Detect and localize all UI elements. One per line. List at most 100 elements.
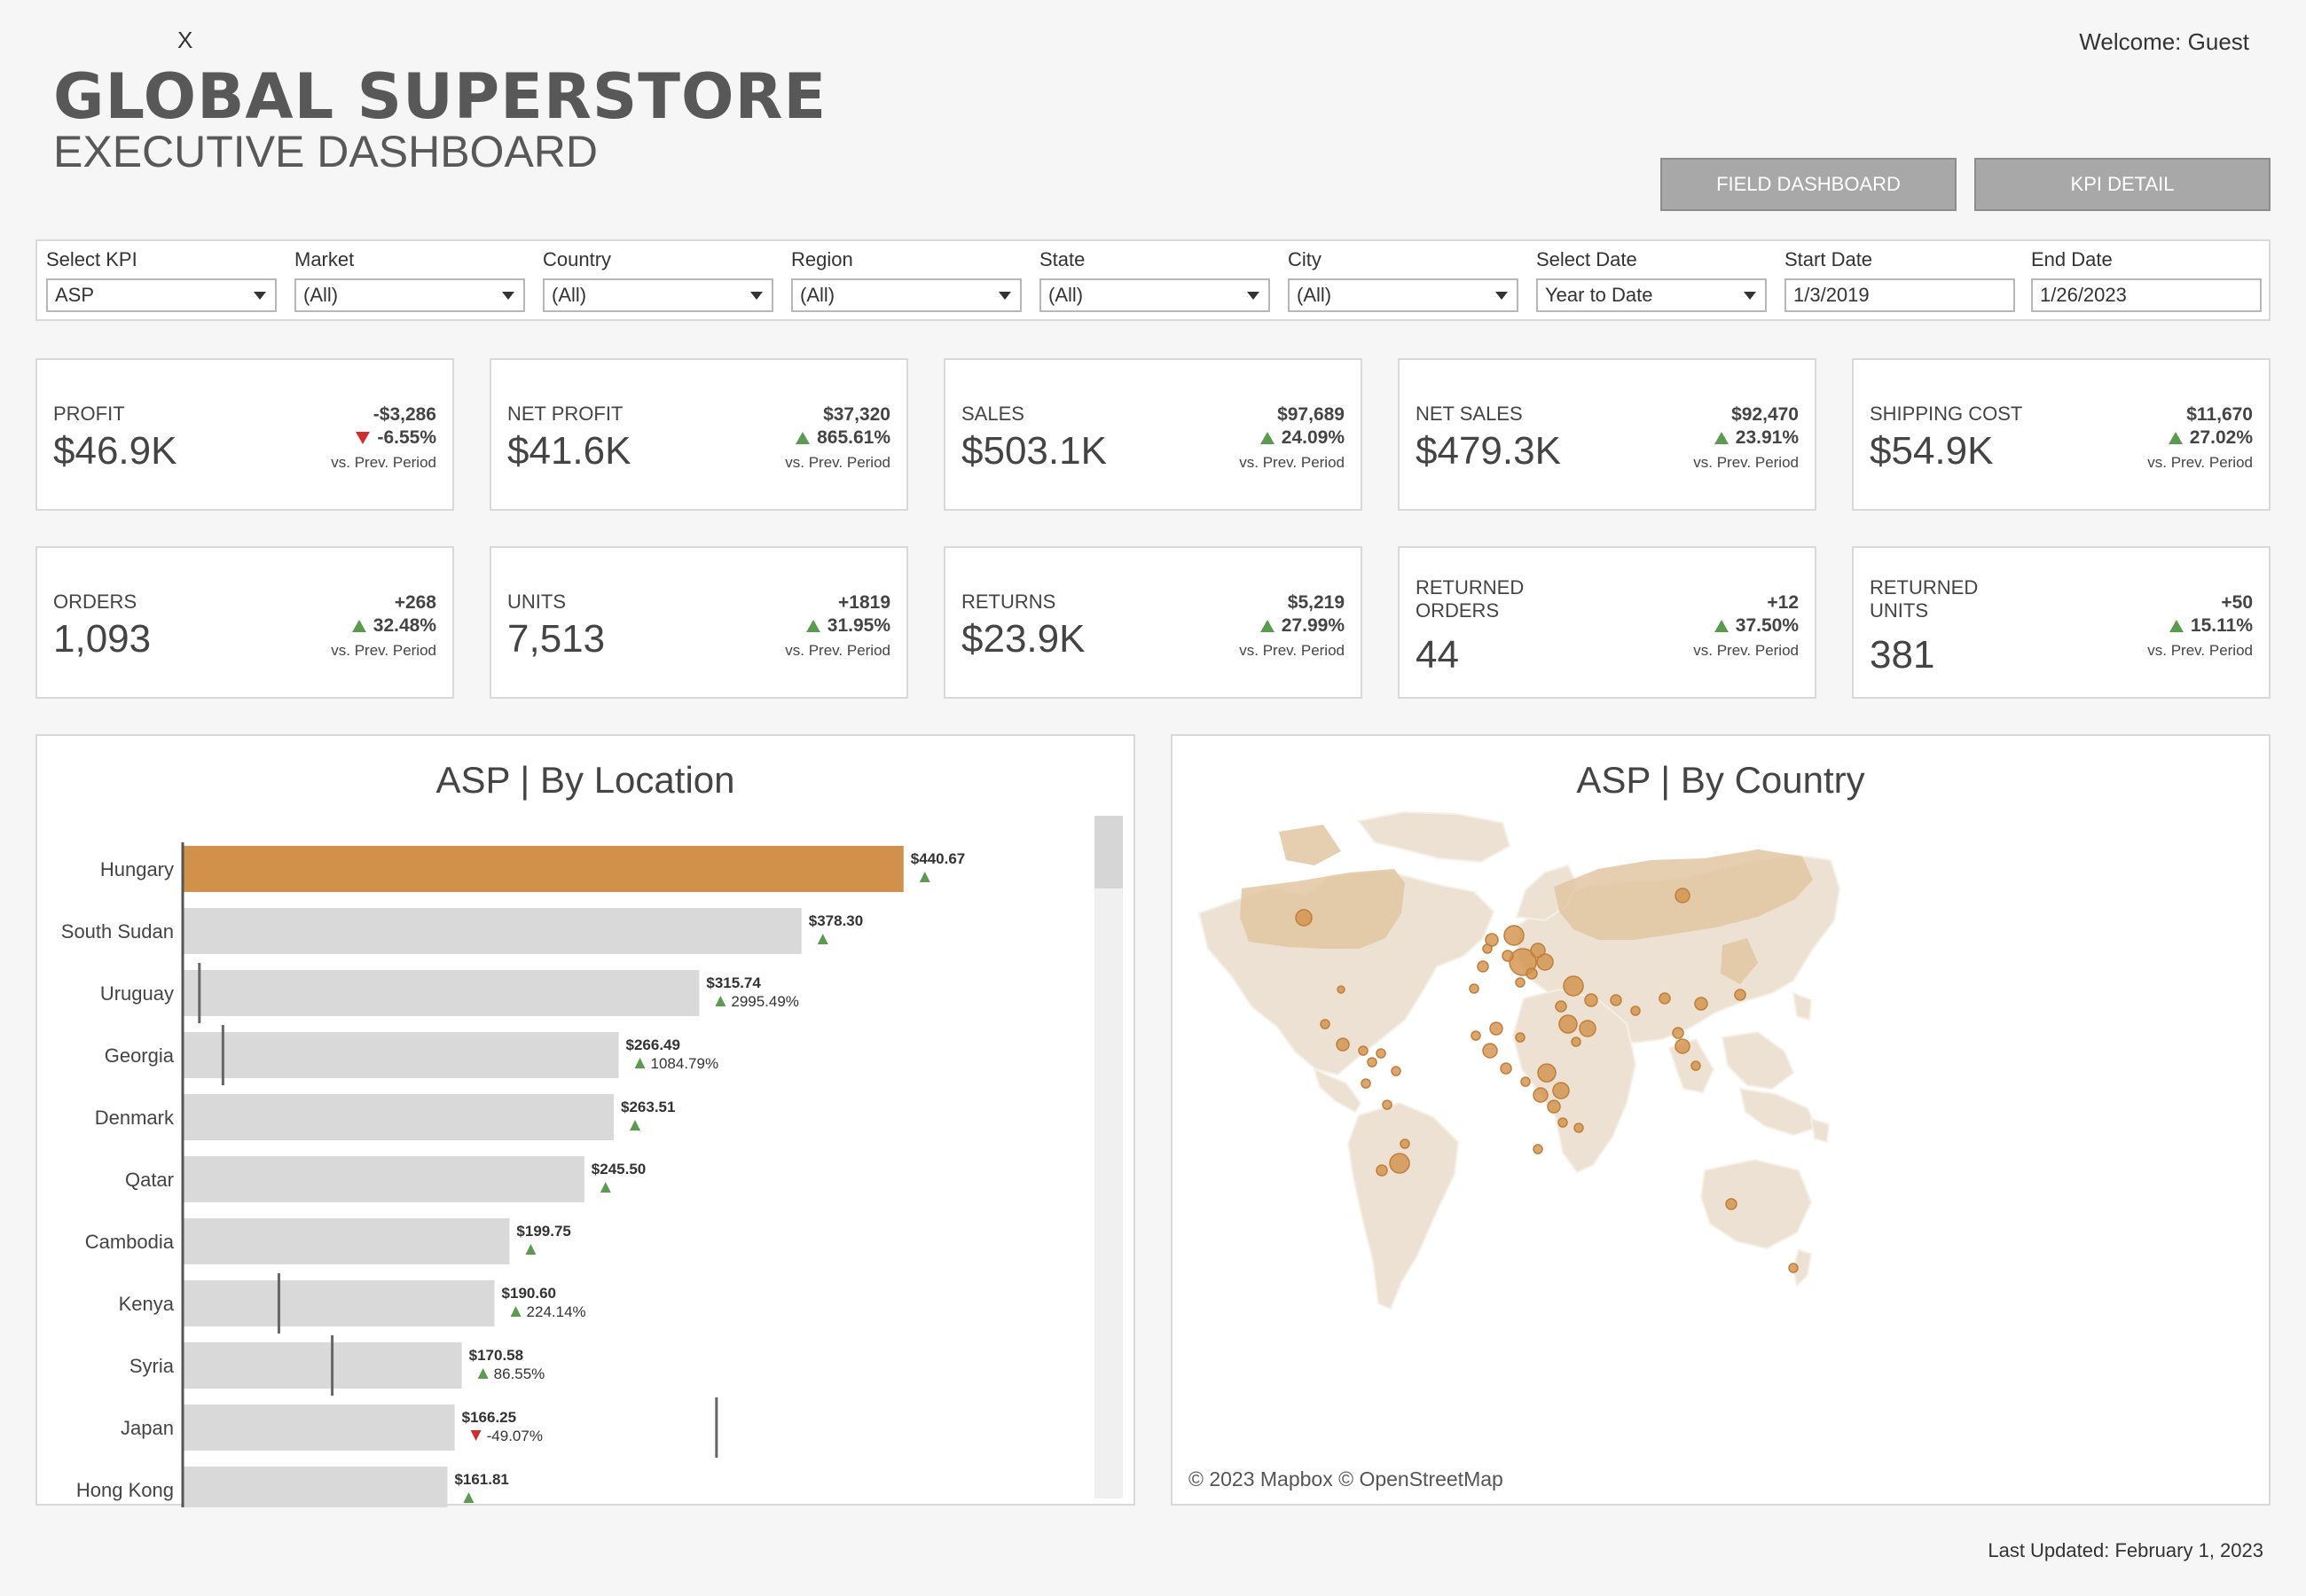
category-label: South Sudan [61, 920, 174, 943]
up-arrow-icon [634, 1058, 646, 1068]
kpi-card-profit[interactable]: PROFIT $46.9K -$3,286 -6.55% vs. Prev. P… [35, 358, 454, 511]
filter-label: City [1288, 248, 1322, 270]
bar[interactable] [183, 1342, 462, 1389]
kpi-change: 27.02% [2168, 427, 2253, 449]
bar[interactable] [183, 1156, 584, 1202]
world-map[interactable] [1173, 807, 2269, 1498]
map-title: ASP | By Country [1576, 759, 1865, 801]
kpi-card-shipping-cost[interactable]: SHIPPING COST $54.9K $11,670 27.02% vs. … [1852, 358, 2271, 511]
bar[interactable] [183, 1280, 495, 1326]
up-arrow-icon [817, 934, 828, 944]
category-label: Japan [121, 1417, 174, 1439]
value-label: $161.81 [454, 1471, 508, 1488]
state-dropdown[interactable]: (All) [1039, 278, 1270, 312]
up-arrow-icon [1714, 620, 1729, 632]
up-arrow-icon [477, 1368, 489, 1379]
chevron-down-icon [502, 292, 514, 300]
kpi-card-net-profit[interactable]: NET PROFIT $41.6K $37,320 865.61% vs. Pr… [490, 358, 908, 511]
category-label: Syria [129, 1355, 175, 1377]
category-label: Qatar [125, 1169, 174, 1191]
kpi-change: 31.95% [805, 615, 890, 637]
kpi-value: $54.9K [1870, 429, 1994, 473]
market-dropdown[interactable]: (All) [294, 278, 525, 312]
kpi-delta: -$3,286 [373, 404, 436, 425]
kpi-comparison: vs. Prev. Period [1693, 642, 1799, 659]
kpi-value: 1,093 [53, 617, 152, 661]
kpi-value: 44 [1416, 633, 1459, 677]
chevron-down-icon [1495, 292, 1508, 300]
bar[interactable] [183, 1094, 615, 1140]
close-button[interactable]: X [177, 27, 192, 54]
kpi-card-net-sales[interactable]: NET SALES $479.3K $92,470 23.91% vs. Pre… [1398, 358, 1816, 511]
filter-label: Select KPI [46, 248, 137, 270]
kpi-delta: $92,470 [1731, 404, 1799, 425]
category-label: Cambodia [85, 1231, 175, 1253]
down-arrow-icon [356, 432, 371, 444]
change-label: 86.55% [494, 1365, 545, 1382]
kpi-comparison: vs. Prev. Period [1239, 454, 1345, 471]
filter-label: Country [543, 248, 612, 270]
kpi-card-units[interactable]: UNITS 7,513 +1819 31.95% vs. Prev. Perio… [490, 546, 908, 699]
kpi-delta: +12 [1767, 592, 1799, 613]
kpi-label: UNITS [507, 591, 566, 613]
filter-value: Year to Date [1545, 284, 1653, 306]
filter-label: Start Date [1784, 248, 1873, 270]
filter-value: (All) [303, 284, 339, 306]
kpi-pct: 37.50% [1735, 615, 1799, 636]
chart-title: ASP | By Location [435, 759, 735, 801]
start-date-input[interactable]: 1/3/2019 [1784, 278, 2015, 312]
filter-bar: Select KPI ASP Market (All) Country (All… [35, 239, 2271, 321]
country-dropdown[interactable]: (All) [543, 278, 773, 312]
asp-by-country-panel: ASP | By Country © 2023 Mapbox © OpenStr… [1171, 734, 2271, 1506]
select-date-dropdown[interactable]: Year to Date [1536, 278, 1767, 312]
category-label: Hungary [100, 858, 174, 880]
filter-value: (All) [1297, 284, 1332, 306]
kpi-value: $41.6K [507, 429, 631, 473]
city-dropdown[interactable]: (All) [1288, 278, 1518, 312]
kpi-value: $23.9K [961, 617, 1086, 661]
field-dashboard-button[interactable]: FIELD DASHBOARD [1660, 158, 1957, 211]
kpi-change: 24.09% [1259, 427, 1345, 449]
chevron-down-icon [750, 292, 763, 300]
select-kpi-dropdown[interactable]: ASP [46, 278, 277, 312]
kpi-value: 7,513 [507, 617, 606, 661]
kpi-card-orders[interactable]: ORDERS 1,093 +268 32.48% vs. Prev. Perio… [35, 546, 454, 699]
bar[interactable] [183, 908, 802, 954]
asp-by-location-chart[interactable]: Hungary $440.67 South Sudan $378.30 Uruguay $… [37, 807, 1084, 1507]
kpi-delta: $37,320 [823, 404, 890, 425]
kpi-label: PROFIT [53, 403, 125, 425]
kpi-card-returned-orders[interactable]: RETURNED ORDERS 44 +12 37.50% vs. Prev. … [1398, 546, 1816, 699]
welcome-text: Welcome: Guest [2079, 28, 2249, 55]
up-arrow-icon [510, 1306, 522, 1317]
bar[interactable] [183, 1404, 455, 1451]
bar[interactable] [183, 1218, 510, 1264]
bar[interactable] [183, 1032, 619, 1078]
kpi-change: -6.55% [356, 427, 436, 449]
filter-value: (All) [800, 284, 835, 306]
chevron-down-icon [1744, 292, 1756, 300]
value-label: $266.49 [626, 1037, 680, 1053]
kpi-label: NET SALES [1416, 403, 1523, 425]
bar[interactable] [183, 1467, 448, 1507]
change-label: 2995.49% [731, 993, 799, 1010]
scrollbar-thumb[interactable] [1094, 816, 1123, 888]
filter-select-kpi: Select KPI ASP [46, 248, 277, 312]
kpi-card-sales[interactable]: SALES $503.1K $97,689 24.09% vs. Prev. P… [944, 358, 1362, 511]
map-attribution: © 2023 Mapbox © OpenStreetMap [1188, 1467, 1503, 1490]
chart-scrollbar[interactable] [1094, 816, 1123, 1498]
kpi-pct: 24.09% [1281, 427, 1345, 448]
kpi-delta: +1819 [838, 592, 890, 613]
bar[interactable] [183, 846, 904, 892]
value-label: $166.25 [462, 1409, 516, 1426]
region-dropdown[interactable]: (All) [791, 278, 1022, 312]
end-date-input[interactable]: 1/26/2023 [2031, 278, 2262, 312]
filter-start-date: Start Date 1/3/2019 [1784, 248, 2015, 312]
bar[interactable] [183, 970, 700, 1016]
kpi-card-returned-units[interactable]: RETURNED UNITS 381 +50 15.11% vs. Prev. … [1852, 546, 2271, 699]
kpi-delta: +268 [394, 592, 436, 613]
kpi-delta: $5,219 [1287, 592, 1345, 613]
kpi-card-returns[interactable]: RETURNS $23.9K $5,219 27.99% vs. Prev. P… [944, 546, 1362, 699]
kpi-label: ORDERS [53, 591, 137, 613]
change-label: 1084.79% [651, 1055, 719, 1072]
kpi-detail-button[interactable]: KPI DETAIL [1974, 158, 2271, 211]
